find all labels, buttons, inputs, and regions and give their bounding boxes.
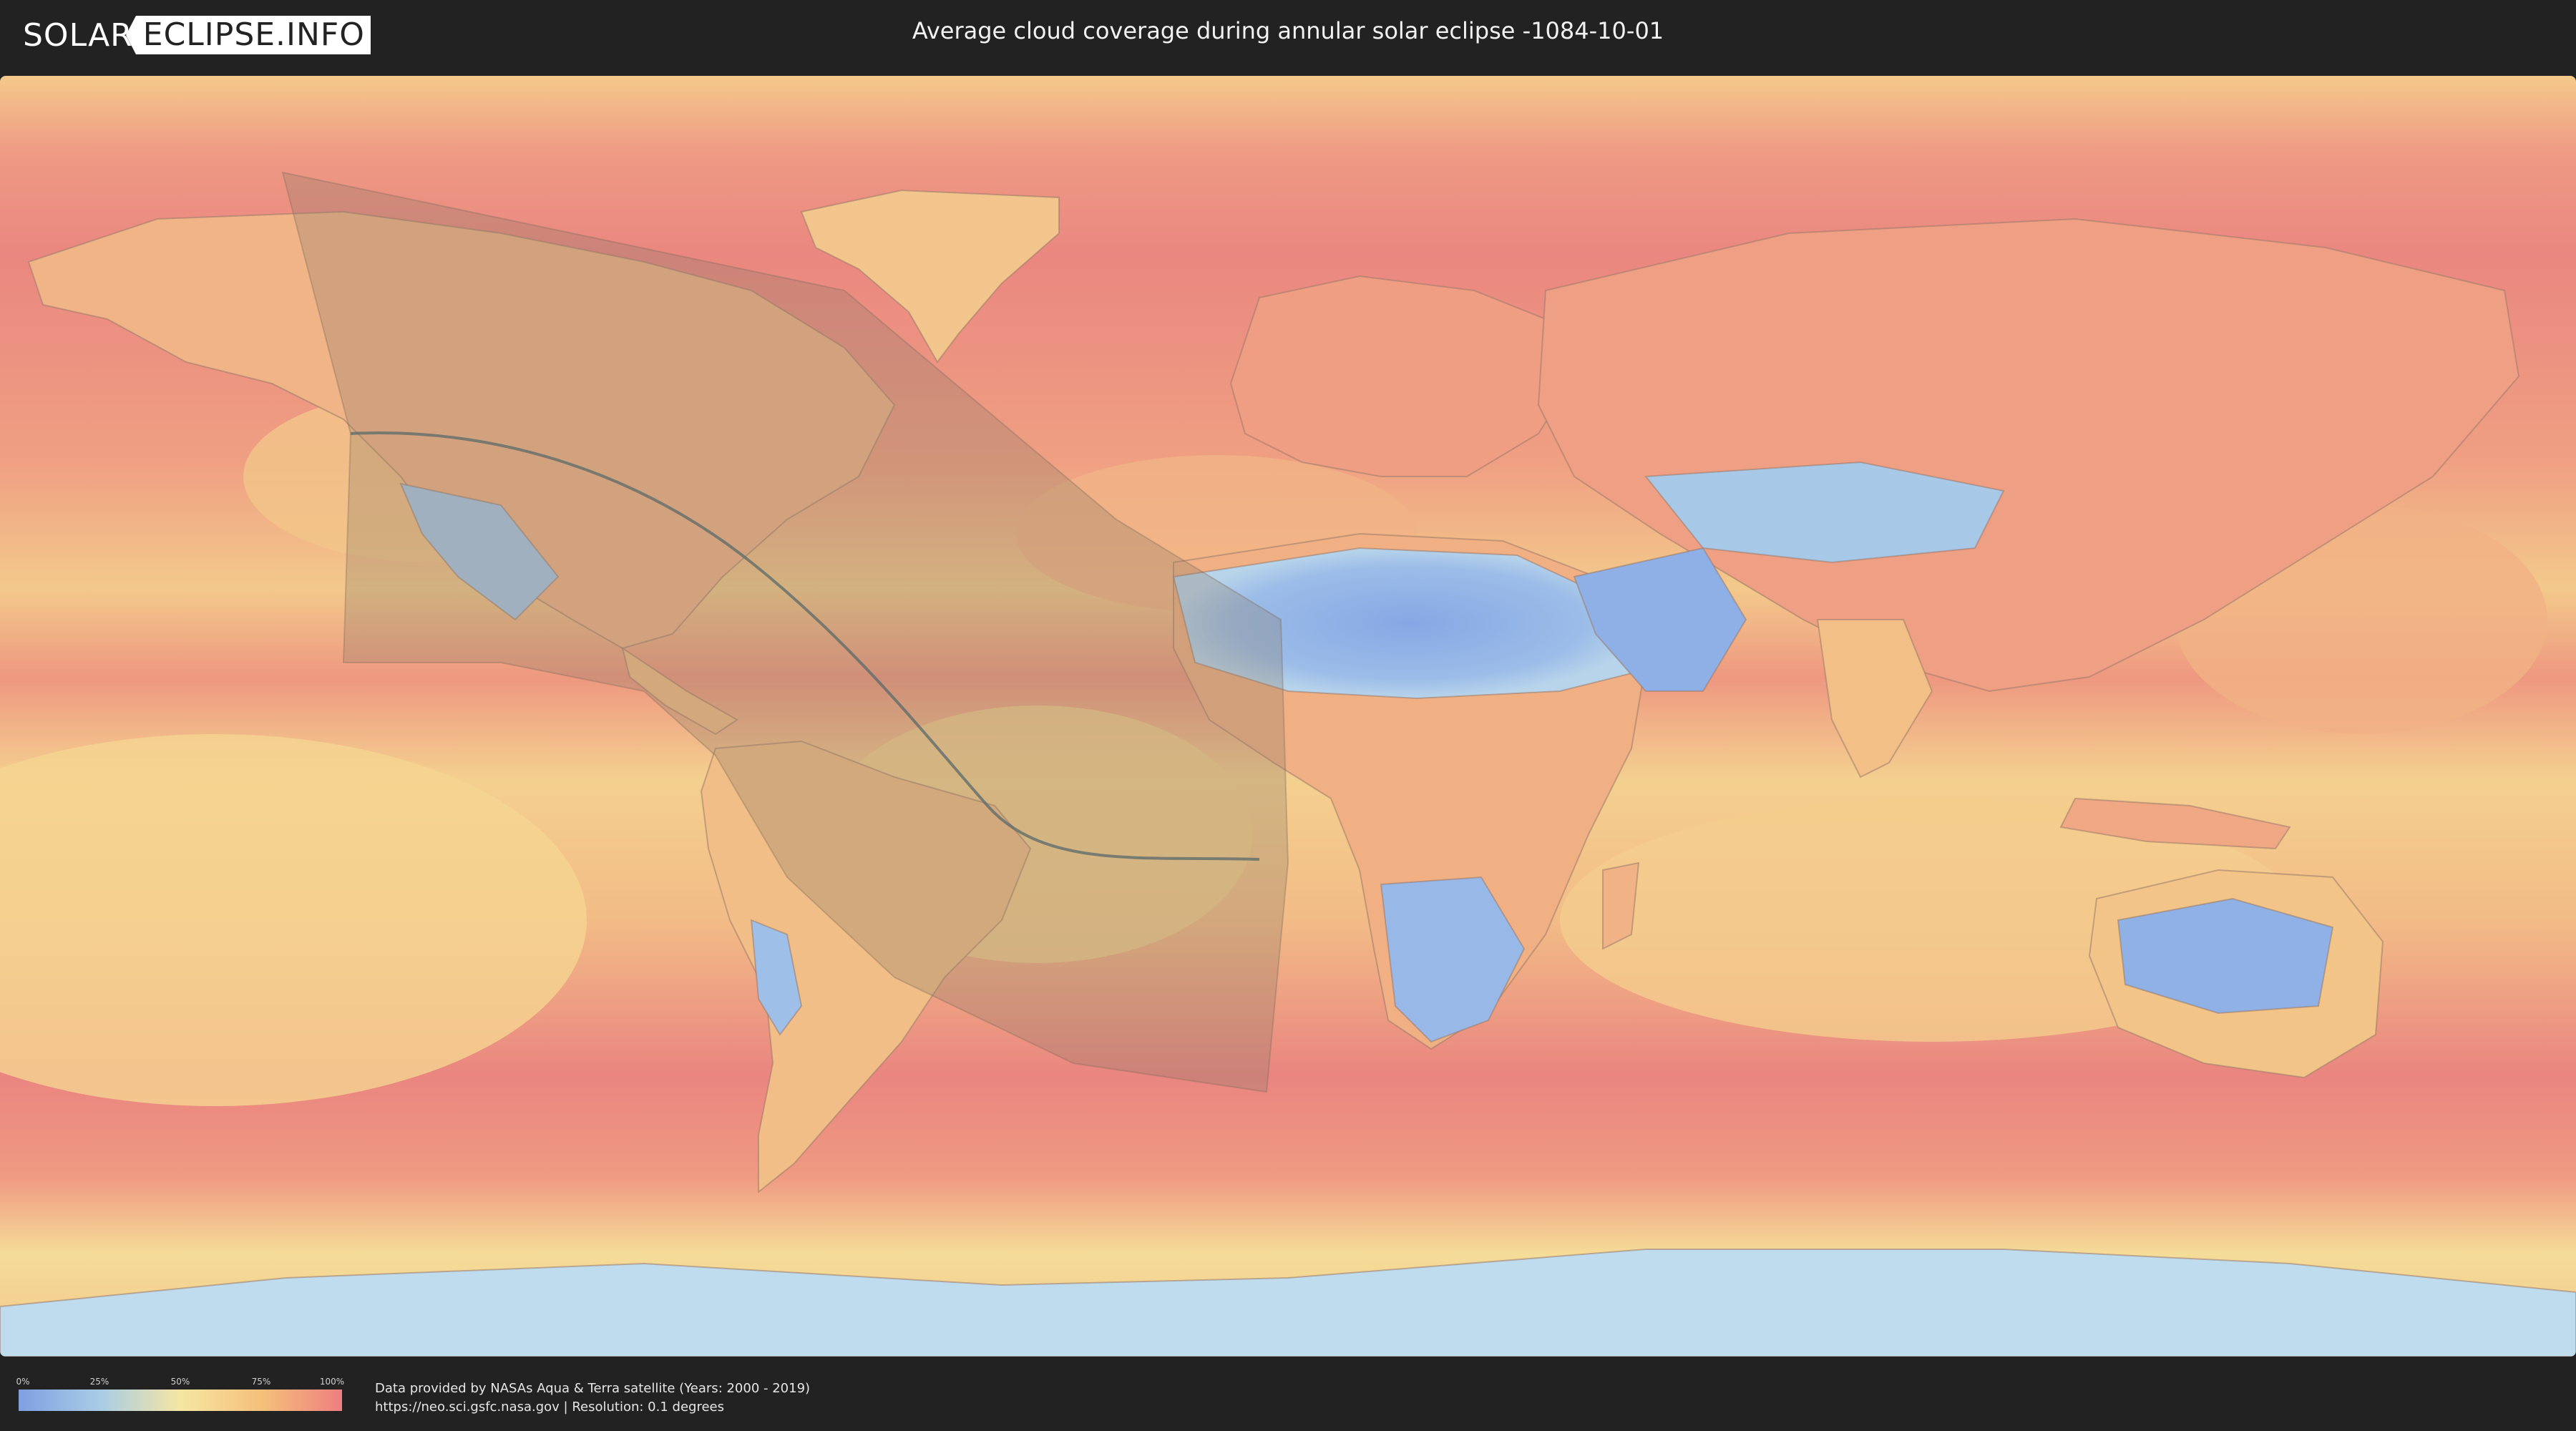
data-credit: Data provided by NASAs Aqua & Terra sate… xyxy=(375,1379,810,1417)
legend-ticks: 0% 25% 50% 75% 100% xyxy=(16,1377,345,1388)
legend-tick-50: 50% xyxy=(170,1377,190,1387)
footer-bar: 0% 25% 50% 75% 100% Data provided by NAS… xyxy=(0,1359,2576,1431)
legend-tick-0: 0% xyxy=(16,1377,30,1387)
credit-line-url[interactable]: https://neo.sci.gsfc.nasa.gov | Resoluti… xyxy=(375,1398,810,1417)
credit-line-source: Data provided by NASAs Aqua & Terra sate… xyxy=(375,1381,811,1396)
page-title: Average cloud coverage during annular so… xyxy=(912,17,1664,44)
legend-tick-100: 100% xyxy=(319,1377,345,1387)
legend-color-bar xyxy=(19,1390,342,1411)
legend-tick-25: 25% xyxy=(89,1377,109,1387)
cloud-coverage-legend: 0% 25% 50% 75% 100% xyxy=(16,1377,345,1412)
header-bar: SOLAR ECLIPSE.INFO Average cloud coverag… xyxy=(0,0,2576,72)
cloud-coverage-map xyxy=(0,76,2576,1357)
world-map-svg xyxy=(0,76,2576,1357)
legend-tick-75: 75% xyxy=(251,1377,271,1387)
